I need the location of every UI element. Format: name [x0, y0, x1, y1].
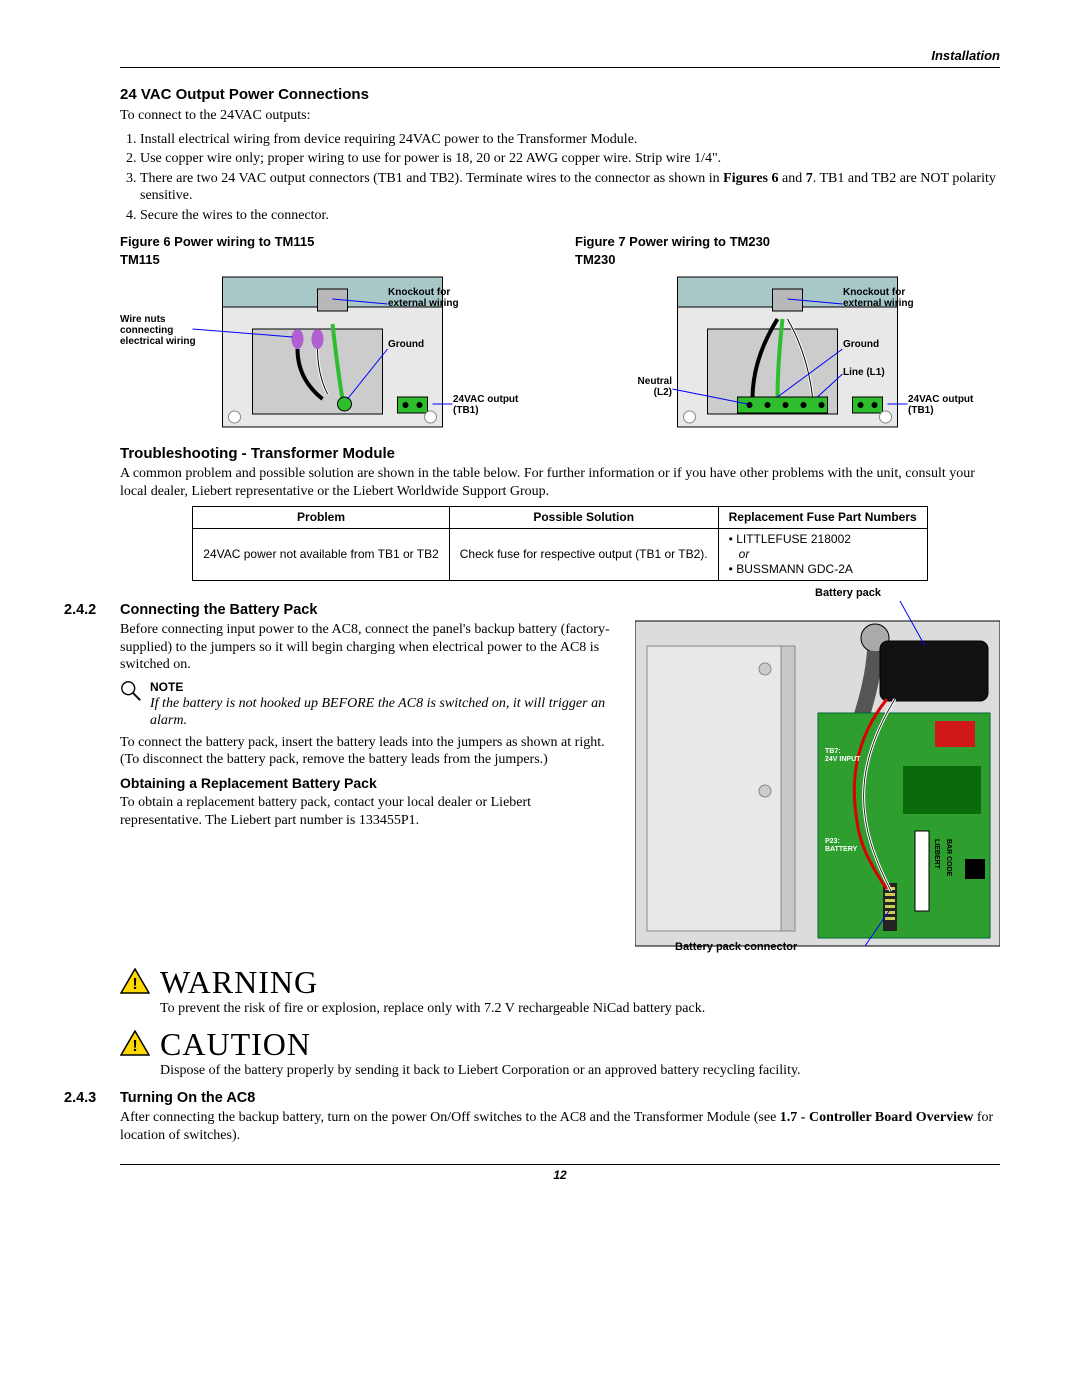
svg-text:!: ! [132, 976, 137, 993]
figure-caption: Figure 7 Power wiring to TM230 [575, 234, 1000, 250]
td-solution: Check fuse for respective output (TB1 or… [449, 529, 718, 581]
svg-text:P23:: P23: [825, 838, 840, 845]
label-line: Line (L1) [843, 367, 885, 378]
label-knockout: Knockout for external wiring [843, 287, 943, 309]
warning-icon: ! [120, 968, 150, 994]
heading-connect-battery: 2.4.2Connecting the Battery Pack [120, 601, 615, 619]
step: Secure the wires to the connector. [140, 207, 1000, 225]
heading-replacement-battery: Obtaining a Replacement Battery Pack [120, 775, 615, 793]
label-tb1: 24VAC output (TB1) [908, 394, 998, 416]
battery-p3: To obtain a replacement battery pack, co… [120, 794, 615, 829]
tm115-label: TM115 [120, 252, 545, 268]
warning-title: WARNING [160, 962, 705, 1002]
steps-24vac: Install electrical wiring from device re… [120, 131, 1000, 225]
turning-on-body: After connecting the backup battery, tur… [120, 1109, 1000, 1144]
magnifier-icon [120, 680, 142, 702]
label-neutral: Neutral (L2) [617, 376, 672, 398]
td-problem: 24VAC power not available from TB1 or TB… [193, 529, 449, 581]
battery-p1: Before connecting input power to the AC8… [120, 621, 615, 674]
page-footer: 12 [120, 1164, 1000, 1183]
troubleshooting-intro: A common problem and possible solution a… [120, 465, 1000, 500]
caution-block: ! CAUTION Dispose of the battery properl… [120, 1024, 1000, 1080]
figure-6: Figure 6 Power wiring to TM115 TM115 [120, 234, 545, 439]
label-knockout: Knockout for external wiring [388, 287, 488, 309]
warning-block: ! WARNING To prevent the risk of fire or… [120, 962, 1000, 1018]
step: There are two 24 VAC output connectors (… [140, 170, 1000, 205]
td-fuse: • LITTLEFUSE 218002 or • BUSSMANN GDC-2A [718, 529, 927, 581]
step: Install electrical wiring from device re… [140, 131, 1000, 149]
troubleshooting-table: Problem Possible Solution Replacement Fu… [192, 506, 927, 581]
svg-text:BATTERY: BATTERY [825, 846, 858, 853]
label-tb1: 24VAC output (TB1) [453, 394, 543, 416]
th-solution: Possible Solution [449, 507, 718, 529]
note-title: NOTE [150, 680, 615, 695]
label-ground: Ground [388, 339, 424, 350]
heading-24vac: 24 VAC Output Power Connections [120, 86, 1000, 105]
tm115-diagram: Wire nuts connecting electrical wiring K… [120, 269, 545, 439]
intro-24vac: To connect to the 24VAC outputs: [120, 107, 1000, 125]
heading-troubleshooting: Troubleshooting - Transformer Module [120, 445, 1000, 464]
tm230-label: TM230 [575, 252, 1000, 268]
svg-text:LIEBERT: LIEBERT [933, 839, 940, 870]
label-wirenuts: Wire nuts connecting electrical wiring [120, 314, 200, 347]
label-battery-connector: Battery pack connector [675, 941, 797, 955]
page-header: Installation [120, 48, 1000, 68]
caution-body: Dispose of the battery properly by sendi… [160, 1062, 801, 1080]
label-ground: Ground [843, 339, 879, 350]
figure-caption: Figure 6 Power wiring to TM115 [120, 234, 545, 250]
note-block: NOTE If the battery is not hooked up BEF… [120, 680, 615, 730]
warning-body: To prevent the risk of fire or explosion… [160, 1000, 705, 1018]
th-fuse: Replacement Fuse Part Numbers [718, 507, 927, 529]
note-body: If the battery is not hooked up BEFORE t… [150, 695, 615, 730]
label-battery-pack: Battery pack [815, 587, 881, 601]
heading-turning-on: 2.4.3Turning On the AC8 [120, 1089, 1000, 1107]
figure-7: Figure 7 Power wiring to TM230 TM230 [575, 234, 1000, 439]
svg-text:!: ! [132, 1038, 137, 1055]
battery-pack-figure: LIEBERT BAR CODE TB7:24V INPUT P23:BAT [635, 591, 1000, 956]
caution-title: CAUTION [160, 1024, 801, 1064]
svg-text:24V INPUT: 24V INPUT [825, 756, 861, 763]
tm230-diagram: Knockout for external wiring Ground Line… [575, 269, 1000, 439]
svg-text:BAR CODE: BAR CODE [945, 839, 952, 877]
th-problem: Problem [193, 507, 449, 529]
caution-icon: ! [120, 1030, 150, 1056]
svg-text:TB7:: TB7: [825, 748, 841, 755]
battery-p2: To connect the battery pack, insert the … [120, 734, 615, 769]
step: Use copper wire only; proper wiring to u… [140, 150, 1000, 168]
